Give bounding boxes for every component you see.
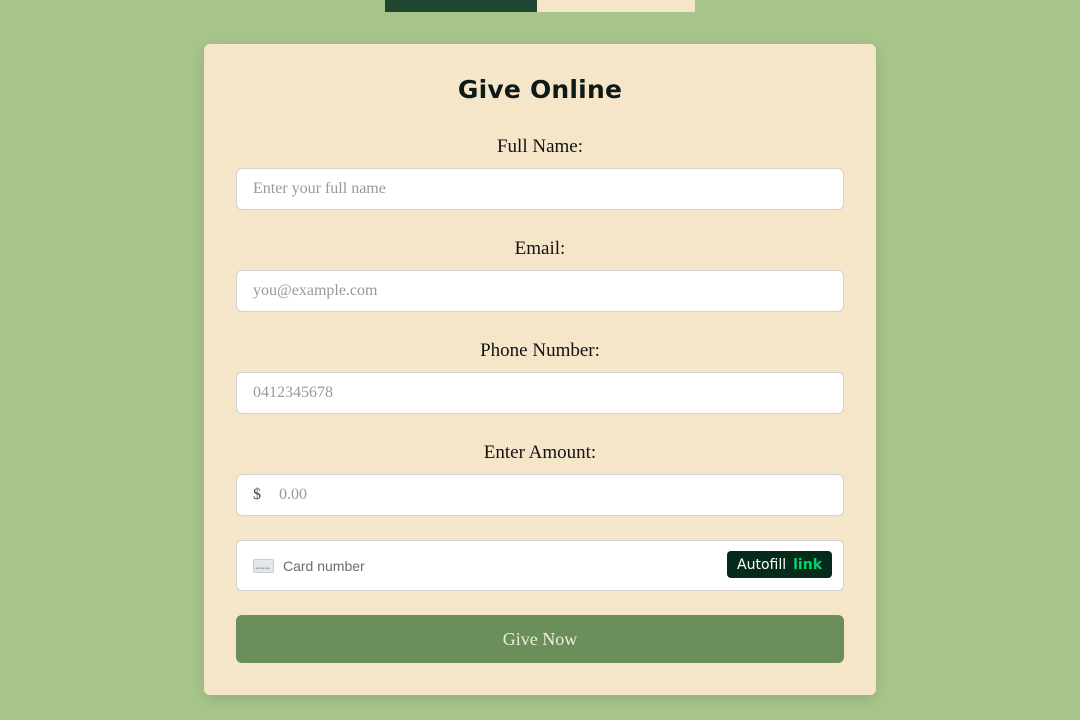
- amount-field: $: [236, 474, 844, 516]
- form-title: Give Online: [457, 75, 623, 104]
- amount-label: Enter Amount:: [483, 442, 597, 463]
- autofill-label: Autofill: [737, 556, 787, 573]
- autofill-link-button[interactable]: Autofill link: [727, 551, 832, 578]
- amount-input[interactable]: [277, 485, 843, 505]
- top-tab-strip: [385, 0, 695, 12]
- credit-card-icon: [253, 558, 274, 573]
- phone-label: Phone Number:: [480, 340, 600, 361]
- currency-symbol: $: [253, 486, 261, 503]
- give-online-form: Give Online Full Name: Email: Phone Numb…: [204, 44, 876, 695]
- email-label: Email:: [514, 238, 566, 259]
- top-tab-inactive[interactable]: [537, 0, 695, 12]
- card-number-field: Autofill link: [236, 540, 844, 591]
- link-logo: link: [793, 556, 822, 573]
- full-name-label: Full Name:: [496, 136, 584, 157]
- top-tab-active[interactable]: [385, 0, 537, 12]
- phone-input[interactable]: [236, 372, 844, 414]
- email-input[interactable]: [236, 270, 844, 312]
- full-name-input[interactable]: [236, 168, 844, 210]
- give-now-button[interactable]: Give Now: [236, 615, 844, 663]
